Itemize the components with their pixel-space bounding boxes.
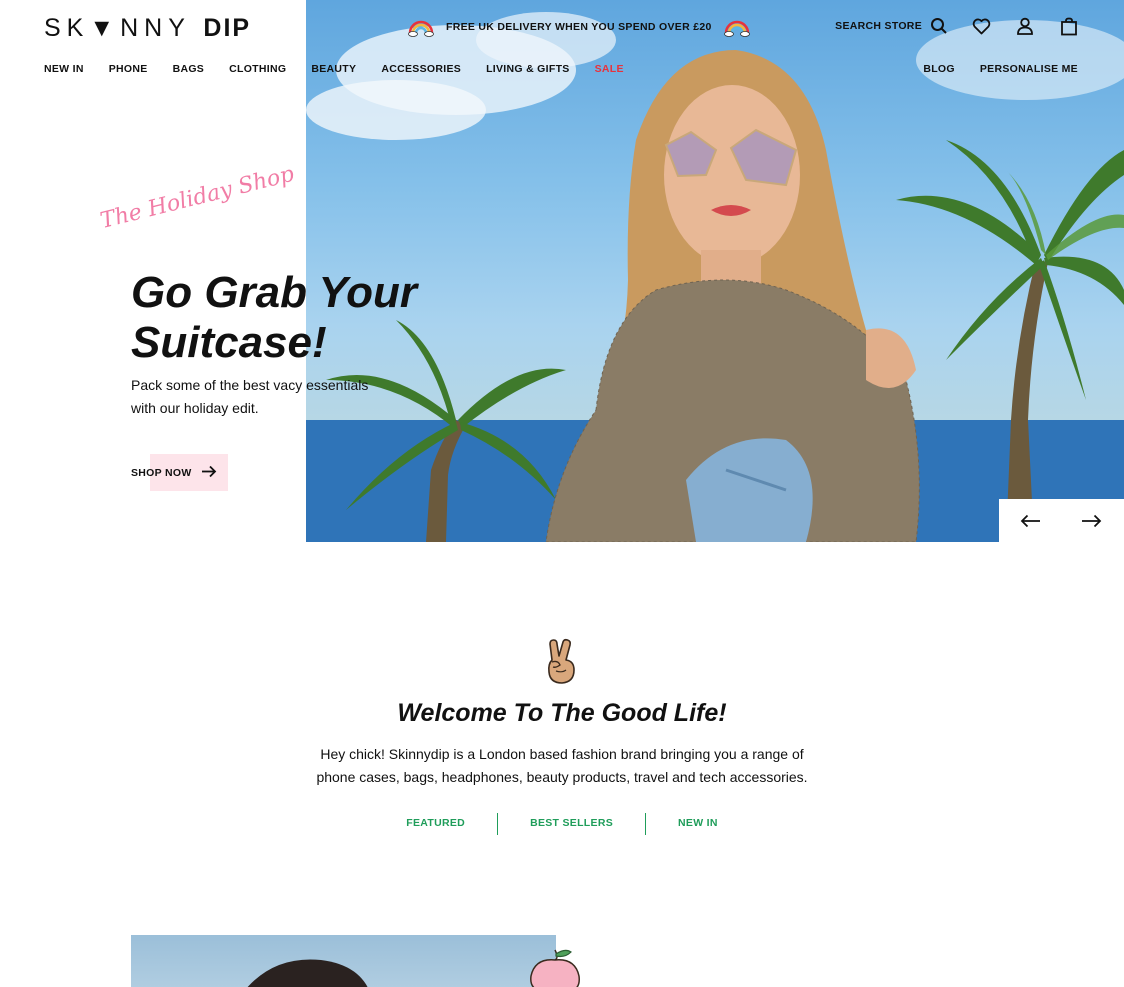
header-actions: SEARCH STORE — [835, 15, 1080, 37]
nav-item-bags[interactable]: BAGS — [173, 63, 205, 75]
account-button[interactable] — [1014, 15, 1036, 37]
peach-icon — [530, 949, 580, 987]
hero-slider-controls — [999, 499, 1124, 542]
nav-item-new-in[interactable]: NEW IN — [44, 63, 84, 75]
nav-item-beauty[interactable]: BEAUTY — [311, 63, 356, 75]
featured-product-image[interactable] — [131, 935, 556, 987]
promo-banner: FREE UK DELIVERY WHEN YOU SPEND OVER £20 — [408, 17, 750, 37]
nav-item-accessories[interactable]: ACCESSORIES — [381, 63, 461, 75]
bag-icon — [1061, 17, 1077, 35]
hero-script-title: The Holiday Shop — [97, 161, 297, 234]
tab-featured[interactable]: FEATURED — [374, 813, 497, 835]
arrow-right-icon — [1082, 514, 1102, 527]
search-store-label: SEARCH STORE — [835, 20, 922, 32]
logo-text-light: SK▼NNY — [44, 14, 191, 42]
featured-photo-illustration — [247, 959, 368, 987]
slider-next-button[interactable] — [1061, 499, 1123, 542]
nav-item-living-gifts[interactable]: LIVING & GIFTS — [486, 63, 570, 75]
brand-logo[interactable]: SK▼NNY DIP — [44, 14, 251, 43]
nav-item-phone[interactable]: PHONE — [109, 63, 148, 75]
welcome-text: Hey chick! Skinnydip is a London based f… — [316, 746, 808, 785]
wishlist-button[interactable] — [970, 15, 992, 37]
welcome-title: Welcome To The Good Life! — [397, 699, 727, 727]
promo-text: FREE UK DELIVERY WHEN YOU SPEND OVER £20 — [446, 21, 712, 33]
tab-new-in[interactable]: NEW IN — [646, 813, 750, 835]
hero-description: Pack some of the best vacy essentials wi… — [131, 377, 369, 416]
nav-item-sale[interactable]: SALE — [595, 63, 624, 75]
search-icon — [931, 18, 947, 34]
nav-item-blog[interactable]: BLOG — [923, 63, 955, 75]
shop-now-button[interactable]: SHOP NOW — [131, 454, 228, 491]
tab-best-sellers[interactable]: BEST SELLERS — [498, 813, 645, 835]
nav-item-personalise-me[interactable]: PERSONALISE ME — [980, 63, 1078, 75]
hero-title: Go Grab Your Suitcase! — [131, 268, 418, 367]
shop-now-label: SHOP NOW — [131, 466, 192, 479]
main-nav: NEW IN PHONE BAGS CLOTHING BEAUTY ACCESS… — [44, 63, 649, 75]
nav-item-clothing[interactable]: CLOTHING — [229, 63, 286, 75]
logo-text-bold: DIP — [203, 14, 252, 42]
slider-prev-button[interactable] — [999, 499, 1061, 542]
arrow-right-icon — [201, 465, 216, 478]
heart-icon — [972, 18, 990, 34]
secondary-nav: BLOG PERSONALISE ME — [923, 63, 1078, 75]
rainbow-icon — [408, 20, 434, 37]
arrow-left-icon — [1020, 514, 1040, 527]
search-store-button[interactable]: SEARCH STORE — [835, 17, 948, 35]
product-tabs: FEATURED BEST SELLERS NEW IN — [0, 813, 1124, 835]
user-icon — [1017, 17, 1033, 35]
peace-hand-icon — [548, 638, 575, 684]
rainbow-icon — [723, 20, 750, 37]
cart-button[interactable] — [1058, 15, 1080, 37]
